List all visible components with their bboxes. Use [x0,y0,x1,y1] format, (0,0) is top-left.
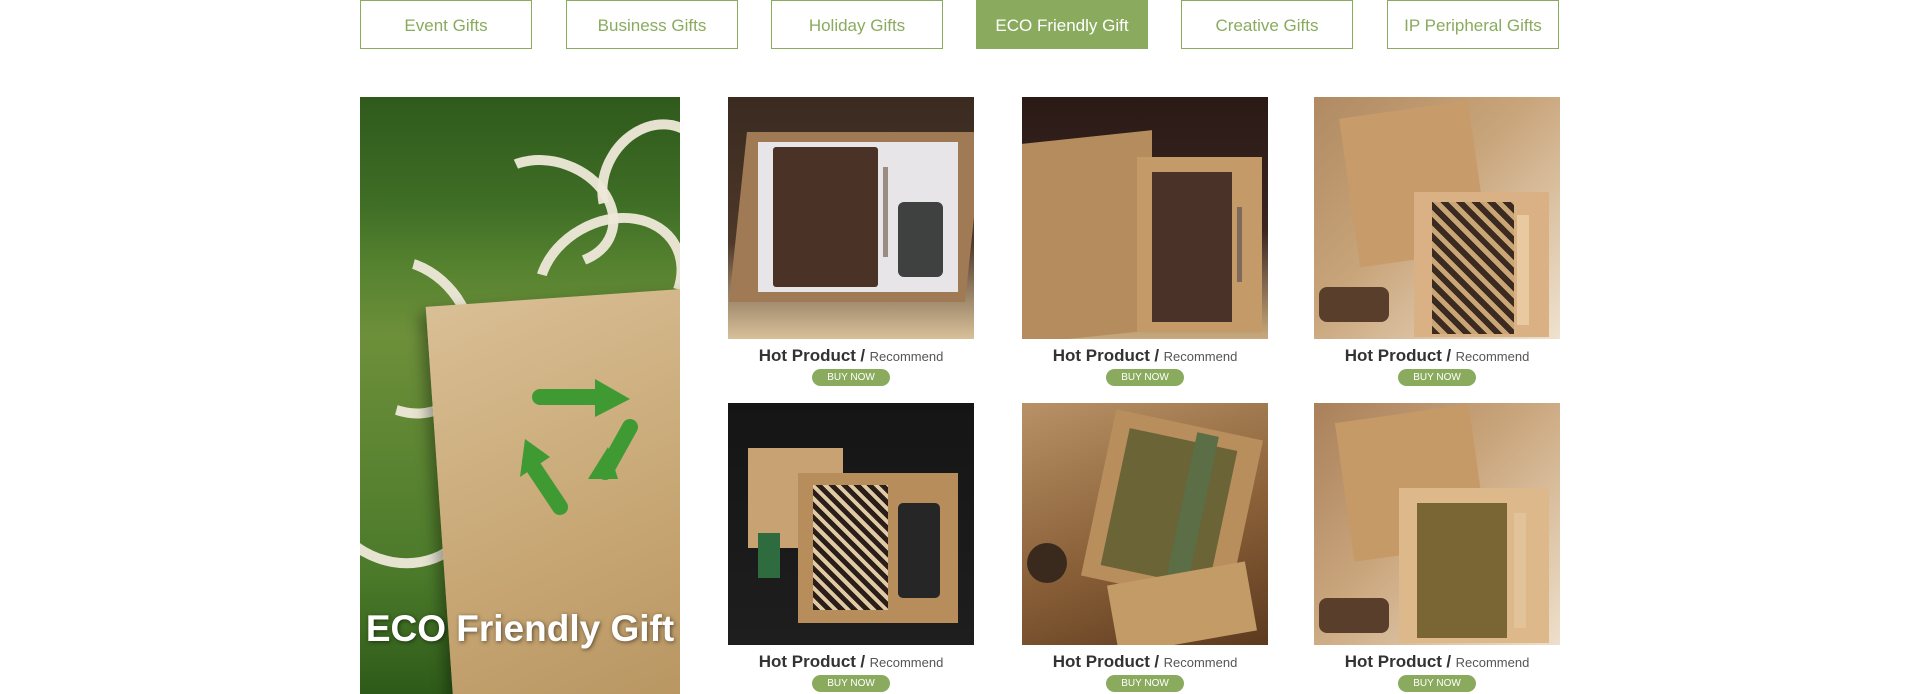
tab-holiday-gifts[interactable]: Holiday Gifts [771,0,943,49]
tab-event-gifts[interactable]: Event Gifts [360,0,532,49]
category-tabs: Event Gifts Business Gifts Holiday Gifts… [360,0,1560,49]
recommend-label: Recommend [1163,349,1238,364]
hot-product-label: Hot Product [1052,346,1150,365]
hot-product-label: Hot Product [1052,652,1150,671]
product-caption: Hot Product / Recommend [728,652,974,672]
product-caption: Hot Product / Recommend [1022,346,1268,366]
recommend-label: Recommend [869,349,944,364]
caption-separator: / [1446,346,1452,365]
caption-separator: / [1154,652,1160,671]
product-image[interactable] [1314,97,1560,339]
product-card: Hot Product / Recommend BUY NOW [1314,403,1560,692]
product-image[interactable] [728,403,974,645]
caption-separator: / [860,346,866,365]
product-card: Hot Product / Recommend BUY NOW [1314,97,1560,386]
tab-ip-peripheral-gifts[interactable]: IP Peripheral Gifts [1387,0,1559,49]
caption-separator: / [1154,346,1160,365]
product-caption: Hot Product / Recommend [1022,652,1268,672]
buy-now-button[interactable]: BUY NOW [1106,675,1184,692]
hot-product-label: Hot Product [758,652,856,671]
buy-now-button[interactable]: BUY NOW [1398,675,1476,692]
product-caption: Hot Product / Recommend [728,346,974,366]
product-image[interactable] [1314,403,1560,645]
product-caption: Hot Product / Recommend [1314,346,1560,366]
buy-now-button[interactable]: BUY NOW [1398,369,1476,386]
tab-creative-gifts[interactable]: Creative Gifts [1181,0,1353,49]
product-card: Hot Product / Recommend BUY NOW [1022,403,1268,692]
caption-separator: / [1446,652,1452,671]
product-image[interactable] [1022,403,1268,645]
hot-product-label: Hot Product [1344,346,1442,365]
product-image[interactable] [728,97,974,339]
buy-now-button[interactable]: BUY NOW [812,675,890,692]
recommend-label: Recommend [1163,655,1238,670]
hot-product-label: Hot Product [758,346,856,365]
caption-separator: / [860,652,866,671]
recommend-label: Recommend [1455,349,1530,364]
product-caption: Hot Product / Recommend [1314,652,1560,672]
hot-product-label: Hot Product [1344,652,1442,671]
buy-now-button[interactable]: BUY NOW [1106,369,1184,386]
recycle-icon [520,379,638,515]
tab-eco-friendly-gift[interactable]: ECO Friendly Gift [976,0,1148,49]
tab-business-gifts[interactable]: Business Gifts [566,0,738,49]
recommend-label: Recommend [1455,655,1530,670]
recommend-label: Recommend [869,655,944,670]
buy-now-button[interactable]: BUY NOW [812,369,890,386]
product-card: Hot Product / Recommend BUY NOW [1022,97,1268,386]
eco-hero-banner[interactable]: ECO Friendly Gift [360,97,680,694]
product-card: Hot Product / Recommend BUY NOW [728,403,974,692]
product-card: Hot Product / Recommend BUY NOW [728,97,974,386]
hero-title: ECO Friendly Gift [365,608,675,649]
product-image[interactable] [1022,97,1268,339]
